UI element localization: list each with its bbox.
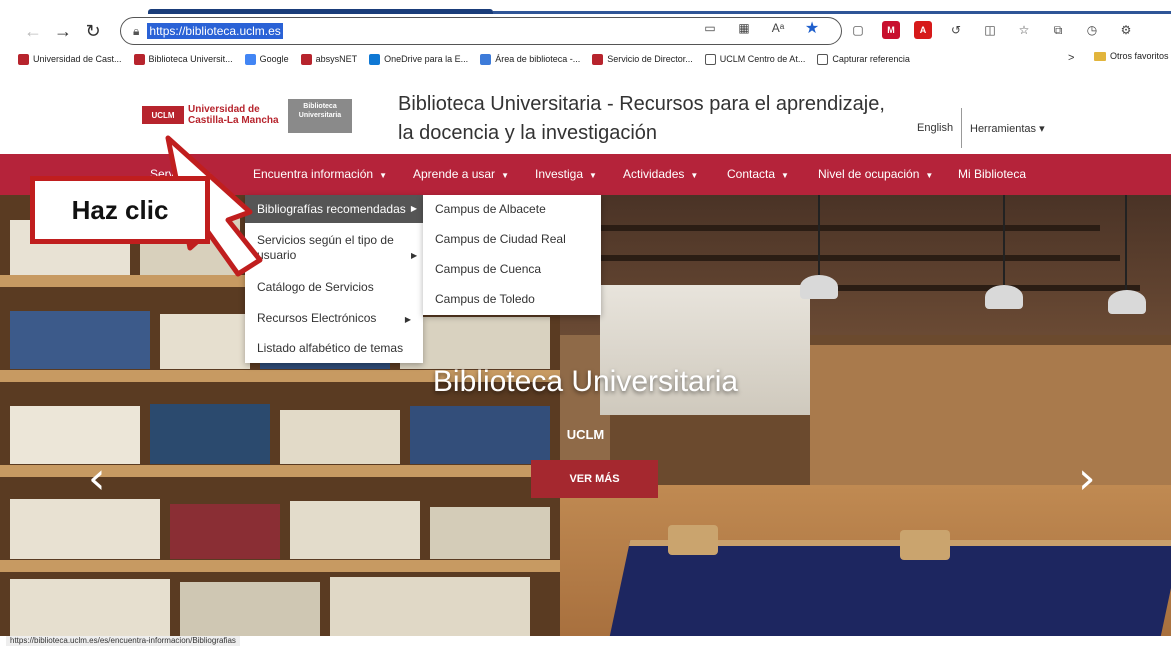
chair	[900, 530, 950, 560]
collections-icon[interactable]: ⧉	[1048, 20, 1068, 40]
ver-mas-button[interactable]: VER MÁS	[531, 460, 658, 498]
menu-item-bibliografias-recomendadas[interactable]: Bibliografías recomendadas ▶	[245, 195, 423, 223]
caret-down-icon: ▼	[589, 171, 597, 180]
book-row	[0, 575, 560, 636]
back-icon[interactable]: ←	[18, 16, 48, 46]
caret-down-icon: ▼	[925, 171, 934, 180]
submenu-campus-albacete[interactable]: Campus de Albacete	[435, 202, 546, 216]
bookmark-item[interactable]: Biblioteca Universit...	[133, 53, 233, 65]
google-icon	[244, 53, 256, 65]
lamp-cord	[818, 195, 820, 275]
bookmarks-bar: Universidad de Cast... Biblioteca Univer…	[0, 48, 1171, 70]
lamp-cord	[1003, 195, 1005, 285]
other-favorites-folder[interactable]: Otros favoritos	[1094, 51, 1169, 61]
lamp-cord	[1125, 195, 1127, 290]
haz-clic-callout: Haz clic	[30, 176, 210, 244]
lamp-icon	[800, 275, 838, 299]
bookmark-item[interactable]: UCLM Centro de At...	[704, 53, 805, 65]
hero-beam	[560, 255, 1120, 261]
pdf-extension-icon[interactable]: A	[914, 21, 932, 39]
nav-investiga[interactable]: Investiga ▼	[535, 167, 597, 181]
shelf	[0, 465, 560, 477]
reading-view-icon[interactable]: ▢	[848, 20, 868, 40]
nav-encuentra-informacion[interactable]: Encuentra información ▼	[253, 167, 387, 181]
qr-icon[interactable]: ▦	[734, 18, 754, 38]
bookmark-favicon-icon	[592, 53, 604, 65]
status-bar-url: https://biblioteca.uclm.es/es/encuentra-…	[6, 636, 240, 646]
bookmark-item[interactable]: OneDrive para la E...	[369, 53, 468, 65]
read-aloud-icon[interactable]: Aᵃ	[768, 18, 788, 38]
split-screen-icon[interactable]: ◫	[980, 20, 1000, 40]
menu-item-listado-alfabetico[interactable]: Listado alfabético de temas	[257, 341, 417, 356]
bookmark-item[interactable]: absysNET	[300, 53, 357, 65]
hero-title: Biblioteca Universitaria	[432, 365, 739, 398]
bookmark-item[interactable]: Capturar referencia	[817, 53, 910, 65]
lamp-icon	[1108, 290, 1146, 314]
english-link[interactable]: English	[917, 122, 953, 134]
refresh-extension-icon[interactable]: ↺	[946, 20, 966, 40]
hero-subtitle: UCLM	[566, 427, 605, 442]
bookmark-favicon-icon	[133, 53, 145, 65]
chair	[668, 525, 718, 555]
menu-item-catalogo-servicios[interactable]: Catálogo de Servicios	[257, 280, 417, 295]
history-icon[interactable]: ◷	[1082, 20, 1102, 40]
lock-icon[interactable]: 🔒︎	[133, 24, 139, 39]
folder-icon	[1094, 51, 1106, 61]
caret-down-icon: ▼	[501, 171, 509, 180]
caret-down-icon: ▼	[781, 171, 789, 180]
caret-down-icon: ▼	[379, 171, 387, 180]
submenu-arrow-icon: ▶	[411, 251, 418, 260]
onedrive-icon	[369, 53, 381, 65]
shelf	[0, 560, 560, 572]
extension-red-icon[interactable]: M	[882, 21, 900, 39]
bookmark-favicon-icon	[18, 53, 29, 65]
bookmark-item[interactable]: Google	[244, 53, 289, 65]
url-text[interactable]: https://biblioteca.uclm.es	[147, 23, 283, 39]
nav-mi-biblioteca[interactable]: Mi Biblioteca	[958, 167, 1026, 181]
bibliografias-submenu: Campus de Albacete Campus de Ciudad Real…	[423, 195, 601, 315]
reload-icon[interactable]: ↻	[78, 16, 108, 46]
nav-contacta[interactable]: Contacta ▼	[727, 167, 789, 181]
book-row	[0, 497, 560, 559]
submenu-arrow-icon: ▶	[410, 204, 417, 213]
header-divider	[961, 108, 962, 148]
caret-down-icon: ▼	[690, 171, 699, 180]
submenu-campus-toledo[interactable]: Campus de Toledo	[435, 292, 535, 306]
nav-nivel-de-ocupacion[interactable]: Nivel de ocupación ▼	[818, 167, 933, 181]
page-icon	[704, 53, 716, 65]
bookmark-item[interactable]: Universidad de Cast...	[18, 53, 122, 65]
biblioteca-logo[interactable]: Biblioteca Universitaria	[288, 99, 352, 133]
tab-strip	[0, 0, 1171, 14]
lamp-icon	[985, 285, 1023, 309]
carousel-prev-icon[interactable]: ‹	[88, 453, 106, 504]
bookmark-favicon-icon	[480, 53, 492, 65]
bookmark-favicon-icon	[300, 53, 312, 65]
page-icon	[817, 53, 829, 65]
favorite-star-icon[interactable]: ★	[802, 18, 822, 38]
submenu-campus-ciudad-real[interactable]: Campus de Ciudad Real	[435, 232, 566, 246]
submenu-campus-cuenca[interactable]: Campus de Cuenca	[435, 262, 541, 276]
herramientas-menu[interactable]: Herramientas ▾	[970, 122, 1045, 135]
page-title: Biblioteca Universitaria - Recursos para…	[398, 93, 885, 144]
bookmarks-overflow-icon[interactable]: >	[1068, 52, 1074, 64]
encuentra-informacion-dropdown: Bibliografías recomendadas ▶ Servicios s…	[245, 195, 423, 363]
app-install-icon[interactable]: ▭	[700, 18, 720, 38]
nav-aprende-a-usar[interactable]: Aprende a usar ▼	[413, 167, 509, 181]
carousel-next-icon[interactable]: ›	[1078, 453, 1096, 504]
submenu-arrow-icon: ▶	[404, 315, 411, 324]
extensions-icon[interactable]: ⚙	[1116, 20, 1136, 40]
forward-icon[interactable]: →	[48, 16, 78, 46]
extension-icons: ▢ M A ↺ ◫ ☆ ⧉ ◷ ⚙	[848, 20, 1136, 40]
nav-actividades[interactable]: Actividades ▼	[623, 167, 698, 181]
bookmark-item[interactable]: Área de biblioteca -...	[480, 53, 580, 65]
menu-item-servicios-tipo-usuario[interactable]: Servicios según el tipo de usuario	[257, 233, 397, 263]
address-row: ← → ↻ 🔒︎ https://biblioteca.uclm.es ▭ ▦ …	[0, 14, 1171, 48]
favorites-icon[interactable]: ☆	[1014, 20, 1034, 40]
menu-item-recursos-electronicos[interactable]: Recursos Electrónicos ▶	[257, 311, 417, 326]
bookmark-item[interactable]: Servicio de Director...	[592, 53, 693, 65]
url-action-icons: ▭ ▦ Aᵃ ★	[700, 18, 822, 38]
